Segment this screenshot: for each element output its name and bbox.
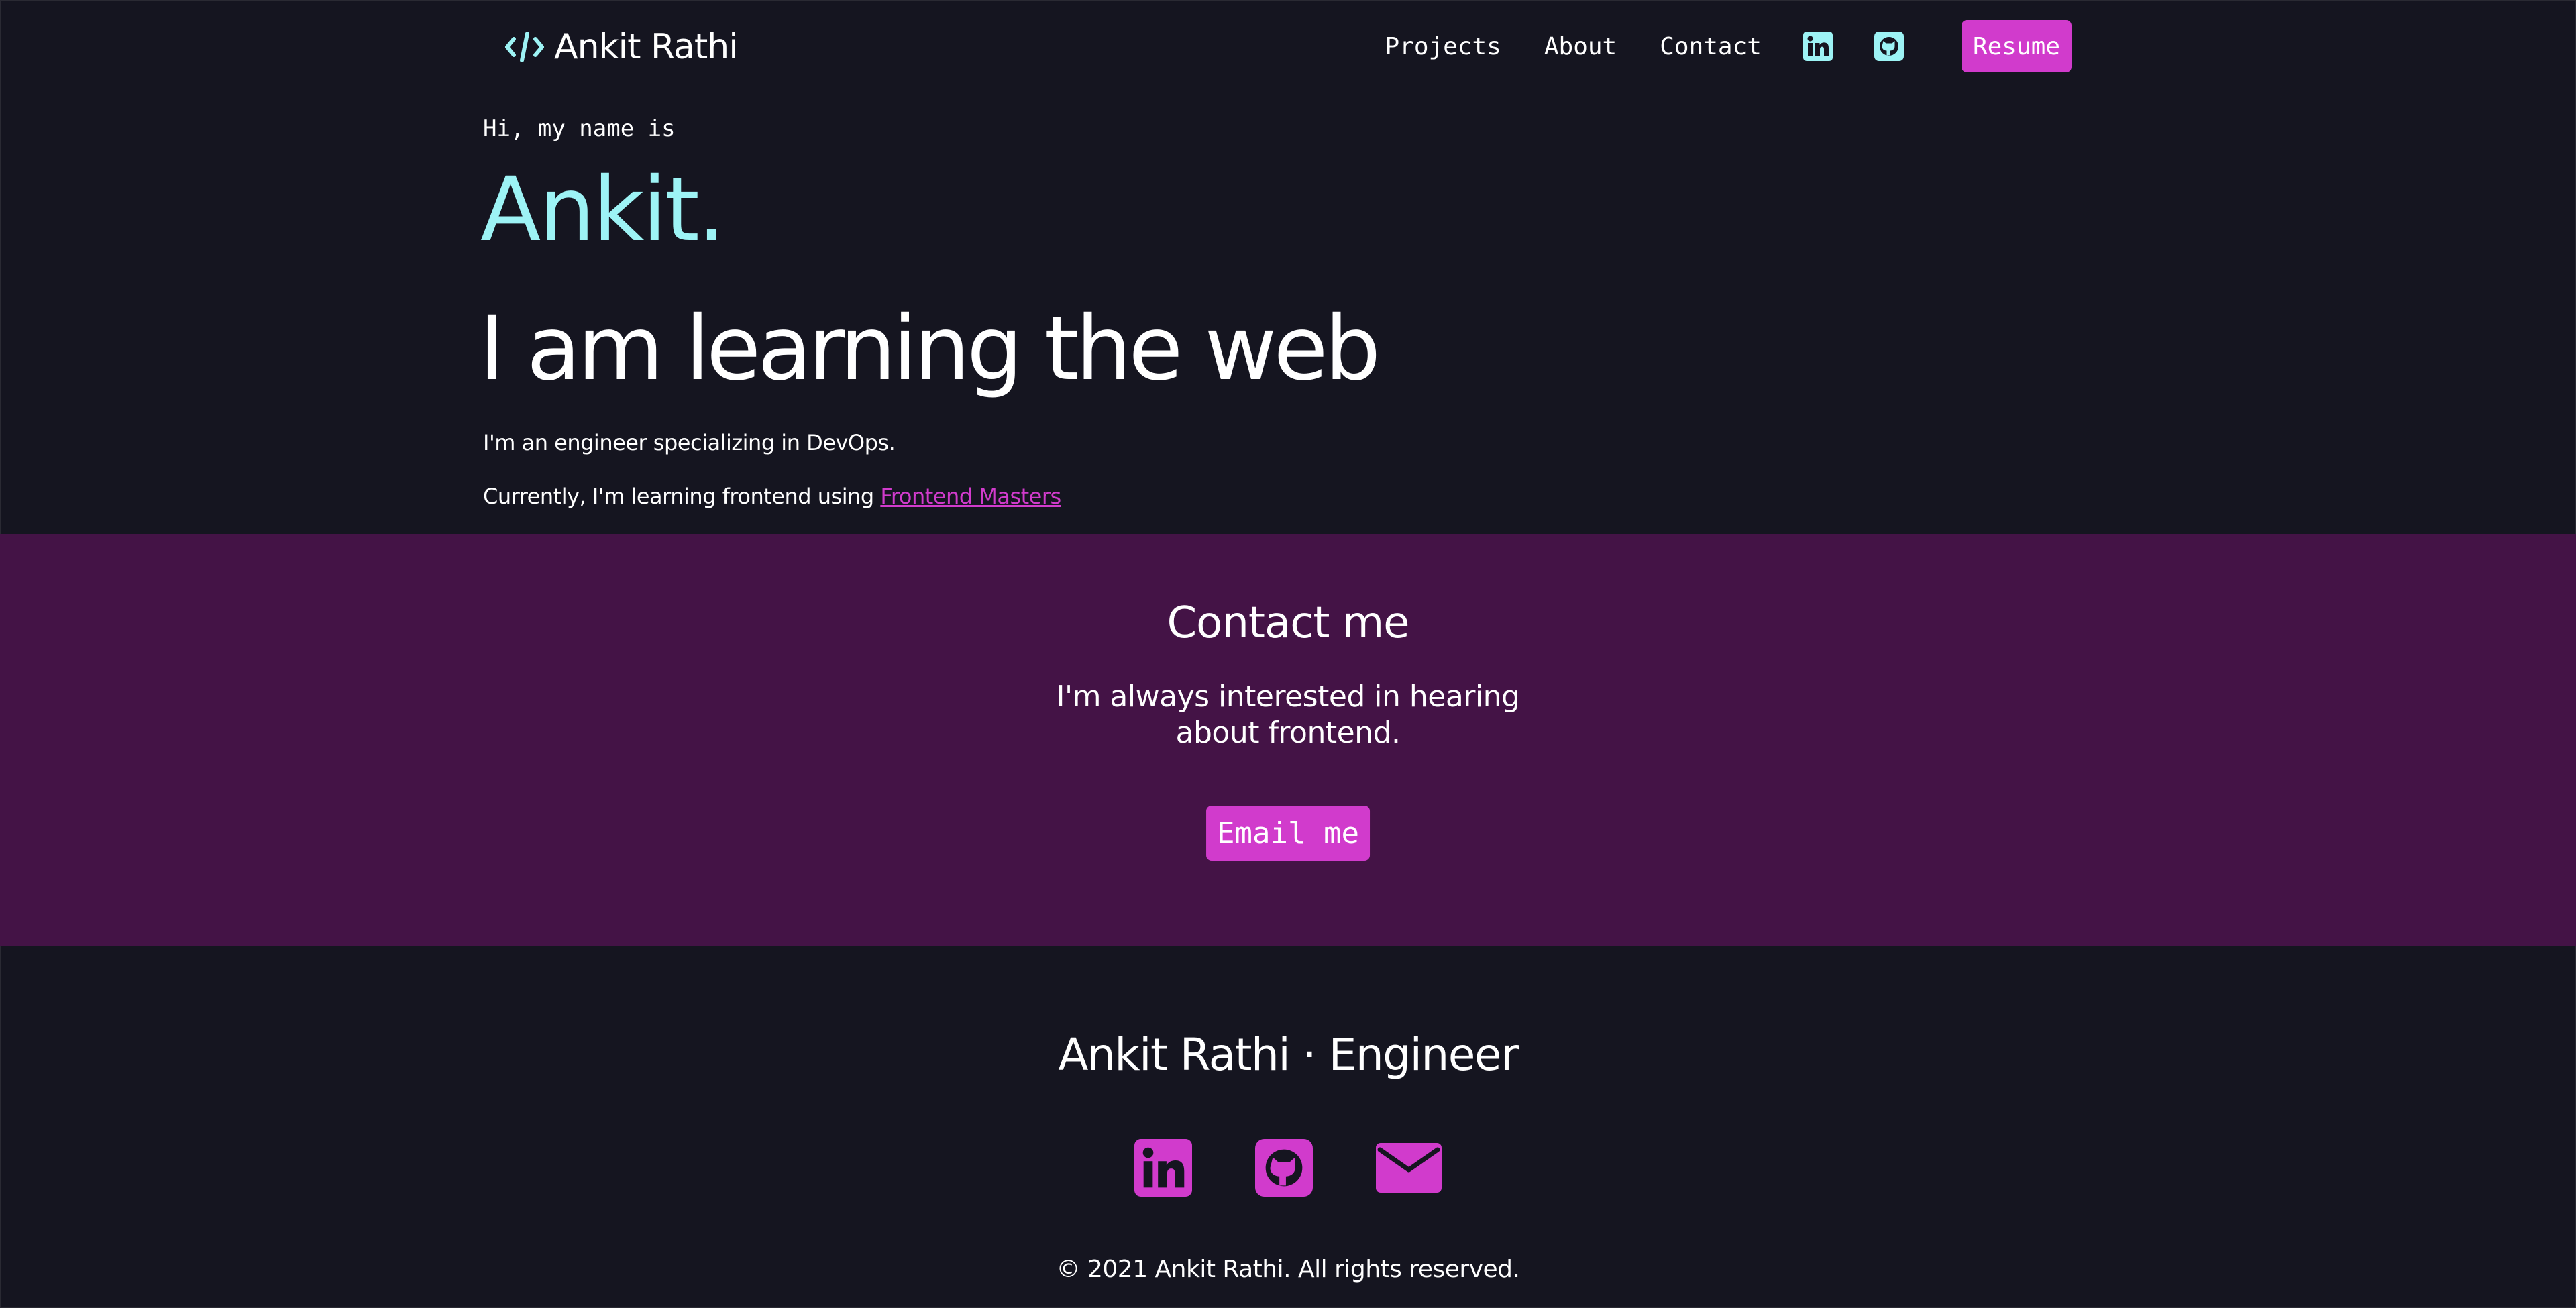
contact-title: Contact me bbox=[1167, 598, 1409, 648]
envelope-icon[interactable] bbox=[1376, 1143, 1442, 1193]
email-me-button[interactable]: Email me bbox=[1206, 806, 1370, 861]
linkedin-icon[interactable] bbox=[1803, 32, 1833, 61]
hero-headline: I am learning the web bbox=[479, 297, 1381, 400]
hero-greeting: Hi, my name is bbox=[483, 115, 676, 142]
nav-link-projects[interactable]: Projects bbox=[1385, 33, 1501, 60]
frontend-masters-link[interactable]: Frontend Masters bbox=[880, 484, 1061, 509]
footer: Ankit Rathi · Engineer © 2021 Ankit Rath… bbox=[0, 946, 2576, 1308]
footer-copyright: © 2021 Ankit Rathi. All rights reserved. bbox=[1056, 1256, 1520, 1283]
footer-title: Ankit Rathi · Engineer bbox=[1058, 1029, 1519, 1081]
footer-social-icons bbox=[0, 1139, 2576, 1197]
resume-button[interactable]: Resume bbox=[1961, 20, 2072, 72]
contact-section: Contact me I'm always interested in hear… bbox=[0, 534, 2576, 946]
linkedin-icon[interactable] bbox=[1134, 1139, 1192, 1197]
logo-text: Ankit Rathi bbox=[554, 27, 739, 67]
code-brackets-icon bbox=[504, 31, 545, 63]
hero-learning-prefix: Currently, I'm learning frontend using bbox=[483, 484, 881, 509]
hero-learning-text: Currently, I'm learning frontend using F… bbox=[483, 484, 1061, 509]
nav-link-contact[interactable]: Contact bbox=[1660, 33, 1762, 60]
nav-link-about[interactable]: About bbox=[1544, 33, 1617, 60]
hero-name: Ankit. bbox=[480, 158, 726, 262]
logo-link[interactable]: Ankit Rathi bbox=[504, 24, 739, 70]
contact-text: I'm always interested in hearing about f… bbox=[1056, 679, 1520, 750]
github-icon[interactable] bbox=[1874, 32, 1904, 61]
nav-links: Projects About Contact Resume bbox=[1385, 20, 2072, 72]
hero-description: I'm an engineer specializing in DevOps. bbox=[483, 430, 896, 455]
top-nav: Ankit Rathi Projects About Contact Resum… bbox=[0, 0, 2576, 94]
github-icon[interactable] bbox=[1255, 1139, 1313, 1197]
